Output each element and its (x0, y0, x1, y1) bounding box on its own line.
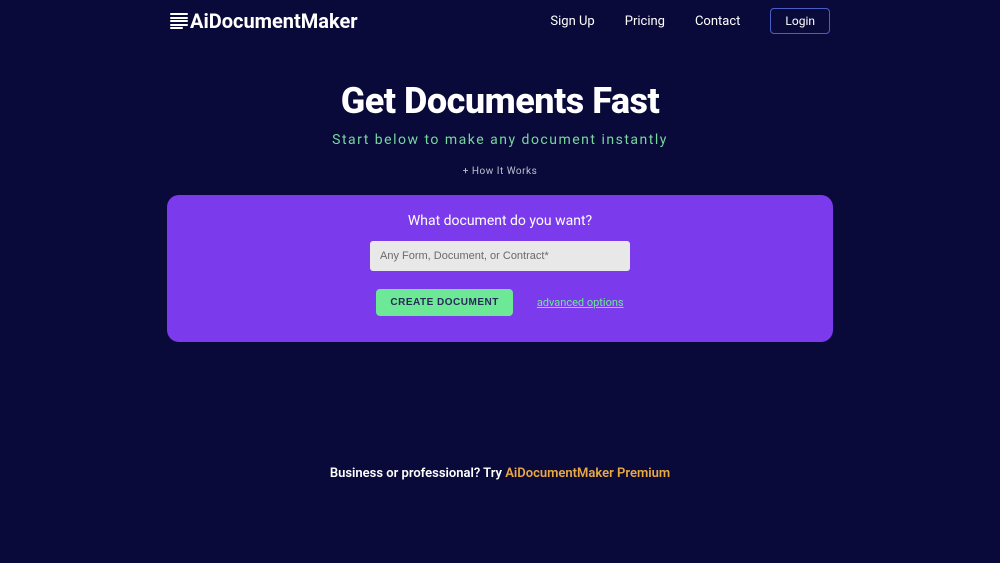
document-form-card: What document do you want? CREATE DOCUME… (167, 195, 833, 342)
document-lines-icon (170, 12, 188, 30)
nav-contact[interactable]: Contact (695, 14, 740, 29)
document-input[interactable] (370, 241, 630, 271)
how-it-works-toggle[interactable]: + How It Works (0, 166, 1000, 177)
premium-link[interactable]: AiDocumentMaker Premium (505, 466, 670, 481)
nav-signup[interactable]: Sign Up (550, 14, 594, 29)
main-content: Get Documents Fast Start below to make a… (0, 80, 1000, 342)
create-document-button[interactable]: CREATE DOCUMENT (376, 289, 512, 316)
form-label: What document do you want? (167, 213, 833, 229)
page-title: Get Documents Fast (0, 80, 1000, 122)
nav: Sign Up Pricing Contact Login (550, 8, 830, 34)
button-row: CREATE DOCUMENT advanced options (167, 289, 833, 316)
logo-text: AiDocumentMaker (190, 9, 358, 33)
page-subtitle: Start below to make any document instant… (0, 132, 1000, 148)
advanced-options-link[interactable]: advanced options (537, 296, 624, 309)
logo[interactable]: AiDocumentMaker (170, 9, 358, 33)
footer-promo: Business or professional? Try AiDocument… (0, 466, 1000, 481)
header: AiDocumentMaker Sign Up Pricing Contact … (0, 0, 1000, 42)
nav-pricing[interactable]: Pricing (625, 14, 665, 29)
footer-text-prefix: Business or professional? Try (330, 466, 505, 481)
login-button[interactable]: Login (770, 8, 830, 34)
